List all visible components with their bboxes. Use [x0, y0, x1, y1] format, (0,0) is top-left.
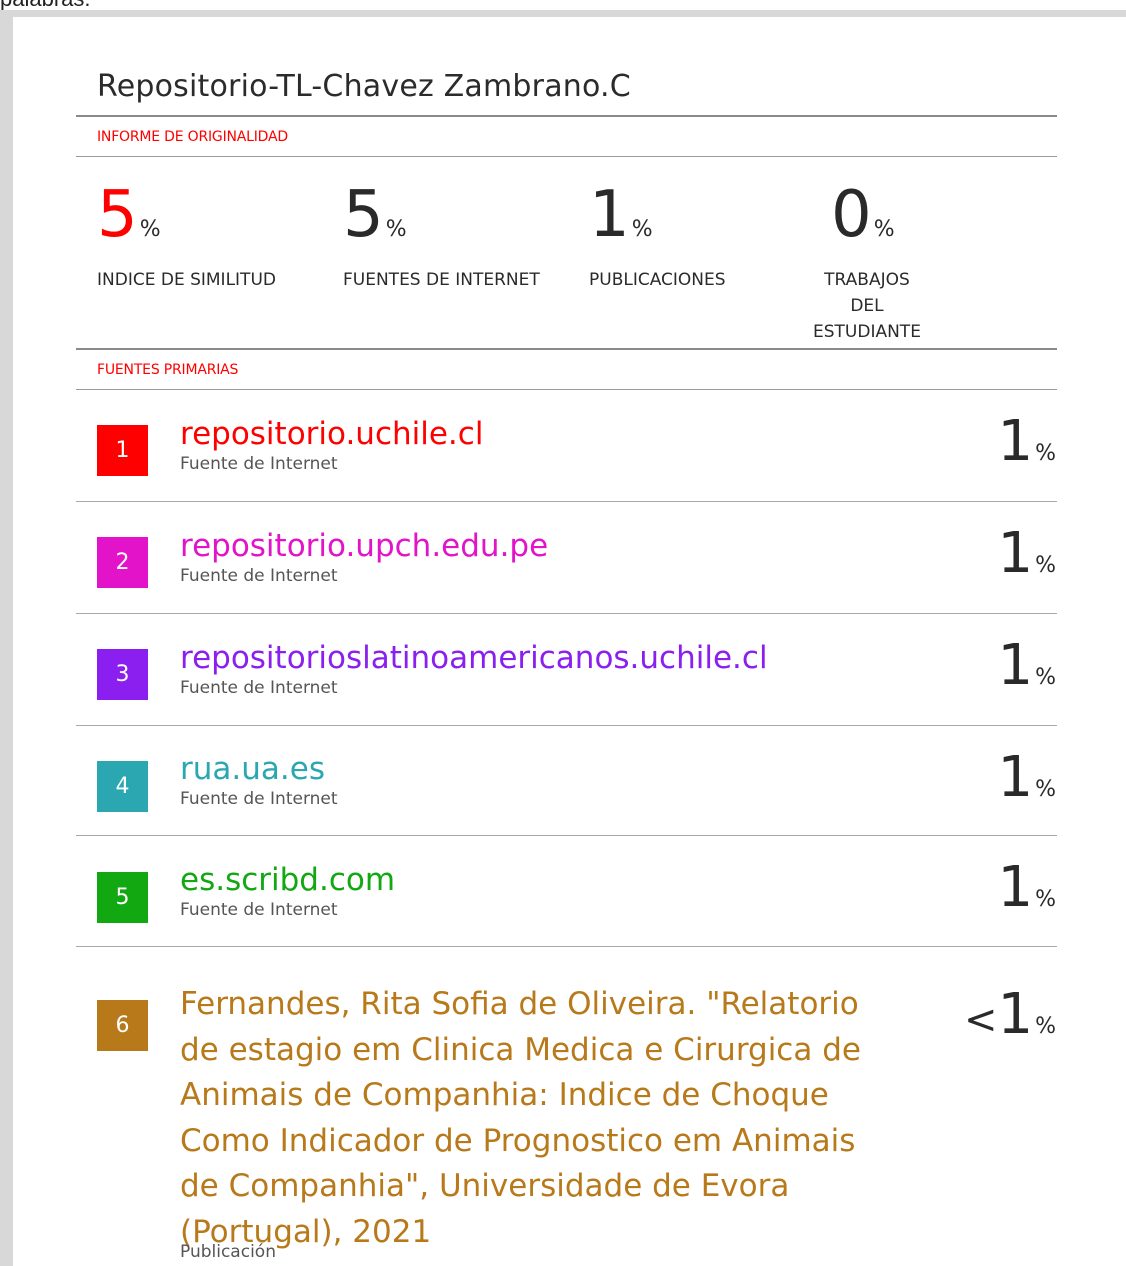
percent-sign: % [385, 217, 407, 242]
source-type: Fuente de Internet [180, 566, 338, 586]
source-percentage: 1% [997, 521, 1056, 586]
stat-label: INDICE DE SIMILITUD [97, 270, 276, 290]
stat-value: 5 [343, 178, 384, 252]
document-title: Repositorio-TL-Chavez Zambrano.C [97, 69, 631, 104]
stats-divider [76, 348, 1057, 350]
originality-report-label: INFORME DE ORIGINALIDAD [97, 129, 288, 145]
source-type: Fuente de Internet [180, 454, 338, 474]
source-type: Fuente de Internet [180, 900, 338, 920]
stat-student-papers: 0% TRABAJOS DEL ESTUDIANTE [813, 178, 921, 342]
source-number-badge: 4 [97, 761, 148, 812]
percent-sign: % [873, 217, 895, 242]
source-number-badge: 5 [97, 872, 148, 923]
row-divider [76, 501, 1057, 502]
source-type: Publicación [180, 1242, 276, 1262]
source-name[interactable]: repositorio.upch.edu.pe [180, 527, 548, 565]
frame-border-left [0, 10, 13, 1266]
source-percentage: 1% [997, 409, 1056, 474]
source-percentage: 1% [997, 633, 1056, 698]
section-divider [76, 156, 1057, 157]
title-divider [76, 115, 1057, 117]
frame-border-top [0, 10, 1126, 17]
row-divider [76, 725, 1057, 726]
source-type: Fuente de Internet [180, 678, 338, 698]
section-divider [76, 389, 1057, 390]
stat-value: 0 [831, 178, 872, 252]
source-number-badge: 3 [97, 649, 148, 700]
row-divider [76, 835, 1057, 836]
source-name[interactable]: Fernandes, Rita Sofia de Oliveira. "Rela… [180, 982, 900, 1255]
percent-sign: % [631, 217, 653, 242]
percent-sign: % [139, 217, 161, 242]
stat-value: 1 [589, 178, 630, 252]
stat-label: FUENTES DE INTERNET [343, 270, 540, 290]
row-divider [76, 613, 1057, 614]
stat-label: TRABAJOS DEL ESTUDIANTE [813, 270, 921, 342]
source-name[interactable]: rua.ua.es [180, 750, 325, 788]
source-name[interactable]: es.scribd.com [180, 861, 395, 899]
stat-similarity-index: 5% INDICE DE SIMILITUD [97, 178, 276, 290]
source-number-badge: 2 [97, 537, 148, 588]
source-number-badge: 6 [97, 1000, 148, 1051]
originality-report: Repositorio-TL-Chavez Zambrano.C INFORME… [13, 17, 1126, 1266]
primary-sources-label: FUENTES PRIMARIAS [97, 362, 239, 378]
source-percentage: 1% [997, 745, 1056, 810]
source-name[interactable]: repositorio.uchile.cl [180, 415, 483, 453]
source-percentage: 1% [997, 855, 1056, 920]
stat-internet-sources: 5% FUENTES DE INTERNET [343, 178, 540, 290]
stat-value: 5 [97, 178, 138, 252]
source-number-badge: 1 [97, 425, 148, 476]
stat-publications: 1% PUBLICACIONES [589, 178, 726, 290]
stat-label: PUBLICACIONES [589, 270, 726, 290]
source-percentage: <1% [963, 982, 1056, 1047]
row-divider [76, 946, 1057, 947]
source-type: Fuente de Internet [180, 789, 338, 809]
source-name[interactable]: repositorioslatinoamericanos.uchile.cl [180, 639, 768, 677]
